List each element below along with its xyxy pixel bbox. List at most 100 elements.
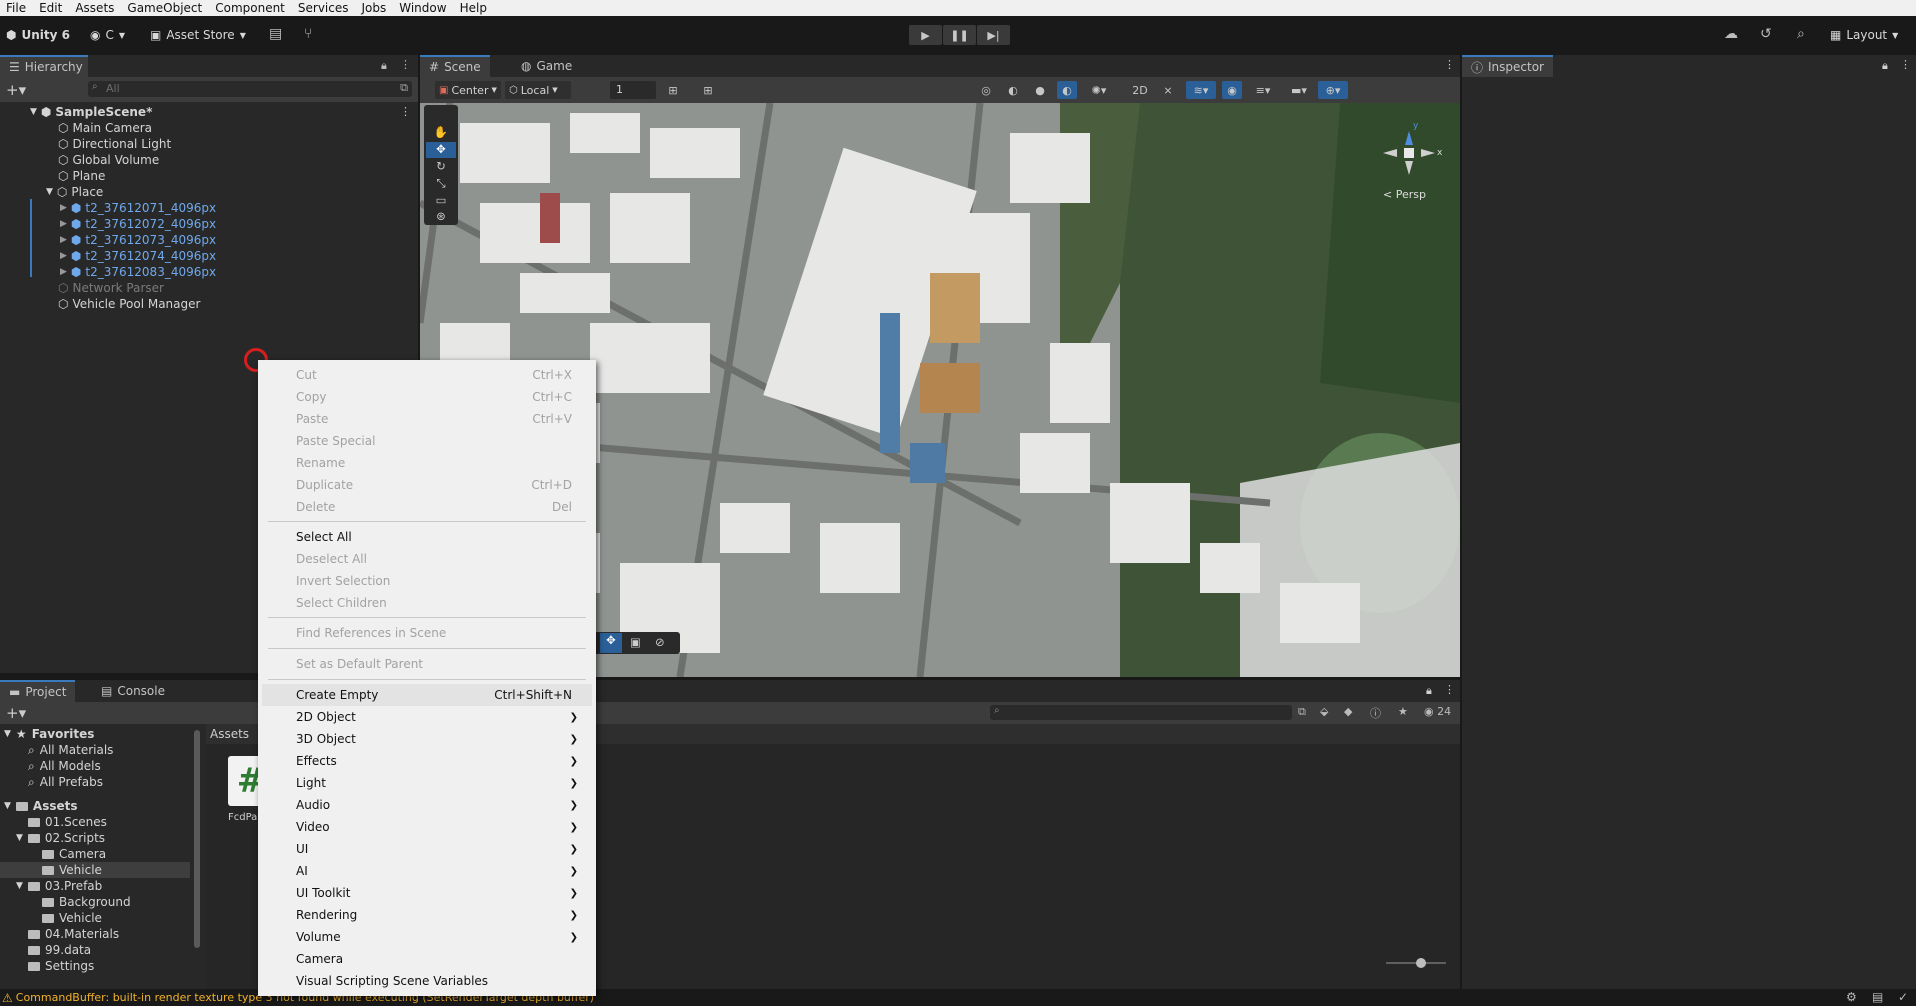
menu-help[interactable]: Help (454, 0, 494, 16)
favorite-star-icon[interactable]: ★ (1398, 705, 1408, 718)
menu-edit[interactable]: Edit (33, 0, 69, 16)
grid-visibility-button[interactable]: ⊞ (698, 81, 718, 99)
layers-dropdown[interactable]: ≡▾ (1248, 81, 1278, 99)
menu-item-rendering[interactable]: Rendering ❯ (262, 904, 592, 926)
camera-dropdown[interactable]: ▬▾ (1284, 81, 1314, 99)
hierarchy-item-global-volume[interactable]: ⬡ Global Volume (58, 152, 159, 168)
warning-icon[interactable]: ⓘ (1370, 705, 1381, 721)
kebab-menu-icon[interactable]: ⋮ (400, 58, 411, 71)
debug-icon[interactable]: ⚙ (1846, 990, 1857, 1004)
pivot-dropdown[interactable]: ▣ Center ▼ (435, 81, 501, 99)
transform-tool-icon[interactable]: ⊛ (426, 209, 456, 225)
scene-root[interactable]: ▼ ⬢ SampleScene* (30, 104, 152, 120)
menu-assets[interactable]: Assets (69, 0, 121, 16)
folder-item[interactable]: Camera (42, 846, 106, 862)
folder-item[interactable]: 99.data (28, 942, 91, 958)
hierarchy-item-directional-light[interactable]: ⬡ Directional Light (58, 136, 171, 152)
menu-item-select-all[interactable]: Select All (262, 526, 592, 548)
render-wireframe-button[interactable]: ◐ (1003, 81, 1023, 99)
scene-kebab-icon[interactable]: ⋮ (400, 105, 411, 118)
hierarchy-item-tile-2[interactable]: ▶ ⬢ t2_37612072_4096px (60, 216, 216, 232)
menu-item-light[interactable]: Light ❯ (262, 772, 592, 794)
lock-icon[interactable]: 🔒︎ (1426, 684, 1432, 698)
space-dropdown[interactable]: ⬡ Local ▼ (505, 81, 571, 99)
draw-mode-button[interactable]: ◎ (976, 81, 996, 99)
menu-item-volume[interactable]: Volume ❯ (262, 926, 592, 948)
menu-item-ui[interactable]: UI ❯ (262, 838, 592, 860)
compass-icon[interactable]: ⊘ (655, 635, 665, 649)
menu-file[interactable]: File (0, 0, 33, 16)
grid-snap-input[interactable]: 1 (610, 81, 656, 99)
menu-jobs[interactable]: Jobs (356, 0, 394, 16)
menu-item-copy[interactable]: Copy Ctrl+C (262, 386, 592, 408)
tab-inspector[interactable]: ⓘ Inspector (1462, 55, 1553, 77)
play-button[interactable]: ▶ (909, 25, 942, 45)
kebab-menu-icon[interactable]: ⋮ (1900, 58, 1911, 71)
menu-item-select-children[interactable]: Select Children (262, 592, 592, 614)
move-icon[interactable]: ✥ (600, 633, 622, 653)
breadcrumb-assets[interactable]: Assets (210, 727, 249, 741)
rotate-tool-icon[interactable]: ↻ (426, 159, 456, 175)
menu-item-video[interactable]: Video ❯ (262, 816, 592, 838)
shaded-button[interactable]: ● (1030, 81, 1050, 99)
script-asset-label[interactable]: FcdPa (228, 812, 257, 823)
assets-root[interactable]: ▼ Assets (4, 798, 78, 814)
effects-dropdown[interactable]: ≋▾ (1186, 81, 1216, 99)
folder-item[interactable]: 01.Scenes (28, 814, 107, 830)
hierarchy-item-tile-1[interactable]: ▶ ⬢ t2_37612071_4096px (60, 200, 216, 216)
menu-item-rename[interactable]: Rename (262, 452, 592, 474)
folder-item[interactable]: Settings (28, 958, 94, 974)
search-icon[interactable]: ⌕ (1797, 26, 1805, 42)
menu-item-paste[interactable]: Paste Ctrl+V (262, 408, 592, 430)
fx-toggle[interactable]: ⨯ (1158, 81, 1178, 99)
menu-item-invert-selection[interactable]: Invert Selection (262, 570, 592, 592)
grid-snap-button[interactable]: ⊞ (663, 81, 683, 99)
tab-game[interactable]: ◍ Game (512, 55, 581, 77)
rect-tool-icon[interactable]: ▭ (426, 193, 456, 209)
hierarchy-item-tile-4[interactable]: ▶ ⬢ t2_37612074_4096px (60, 248, 216, 264)
tab-console[interactable]: ▤ Console (92, 680, 174, 702)
folder-item[interactable]: ▼ 03.Prefab (16, 878, 102, 894)
menu-item-audio[interactable]: Audio ❯ (262, 794, 592, 816)
hierarchy-item-tile-5[interactable]: ▶ ⬢ t2_37612083_4096px (60, 264, 216, 280)
favorites-header[interactable]: ▼ ★ Favorites (4, 726, 94, 742)
zoom-slider-thumb[interactable] (1416, 958, 1426, 968)
menu-item-delete[interactable]: Delete Del (262, 496, 592, 518)
camera-view-icon[interactable]: ▣ (630, 635, 641, 649)
menu-item-visual-scripting-scene-variables[interactable]: Visual Scripting Scene Variables (262, 970, 592, 992)
menu-item-find-references[interactable]: Find References in Scene (262, 622, 592, 644)
search-by-type-icon[interactable]: ⧉ (1298, 705, 1306, 719)
menu-item-paste-special[interactable]: Paste Special (262, 430, 592, 452)
folder-item[interactable]: 04.Materials (28, 926, 119, 942)
menu-item-ai[interactable]: AI ❯ (262, 860, 592, 882)
cache-server-icon[interactable]: ▤ (1872, 990, 1883, 1004)
package-icon[interactable]: ▤ (269, 26, 282, 42)
asset-store-dropdown[interactable]: ▣ Asset Store ▼ (150, 25, 246, 45)
menu-item-camera[interactable]: Camera (262, 948, 592, 970)
cloud-icon[interactable]: ☁ (1724, 26, 1738, 42)
menu-component[interactable]: Component (209, 0, 292, 16)
menu-item-cut[interactable]: Cut Ctrl+X (262, 364, 592, 386)
kebab-menu-icon[interactable]: ⋮ (1444, 683, 1455, 696)
fav-all-materials[interactable]: ⌕ All Materials (28, 742, 113, 758)
menu-item-ui-toolkit[interactable]: UI Toolkit ❯ (262, 882, 592, 904)
account-dropdown[interactable]: ◉ C ▼ (90, 25, 125, 45)
lit-button[interactable]: ◐ (1057, 81, 1077, 99)
hierarchy-item-vehicle-pool-manager[interactable]: ⬡ Vehicle Pool Manager (58, 296, 200, 312)
history-icon[interactable]: ↺ (1760, 26, 1772, 42)
lighting-toggle[interactable]: ✺▾ (1084, 81, 1114, 99)
menu-item-duplicate[interactable]: Duplicate Ctrl+D (262, 474, 592, 496)
hierarchy-item-tile-3[interactable]: ▶ ⬢ t2_37612073_4096px (60, 232, 216, 248)
hierarchy-search-input[interactable]: ⌕ All ⧉ (88, 81, 412, 97)
fav-all-models[interactable]: ⌕ All Models (28, 758, 101, 774)
tag-icon[interactable]: ◆ (1344, 705, 1352, 718)
hierarchy-item-network-parser[interactable]: ⬡ Network Parser (58, 280, 164, 296)
orientation-gizmo[interactable]: y x < Persp (1365, 113, 1455, 213)
project-search-input[interactable]: ⌕ (990, 705, 1292, 720)
move-tool-icon[interactable]: ✥ (426, 142, 456, 158)
hand-tool-icon[interactable]: ✋ (426, 125, 456, 141)
version-control-icon[interactable]: ⑂ (304, 26, 312, 42)
menu-item-deselect-all[interactable]: Deselect All (262, 548, 592, 570)
menu-item-set-default-parent[interactable]: Set as Default Parent (262, 653, 592, 675)
folder-item[interactable]: Background (42, 894, 131, 910)
